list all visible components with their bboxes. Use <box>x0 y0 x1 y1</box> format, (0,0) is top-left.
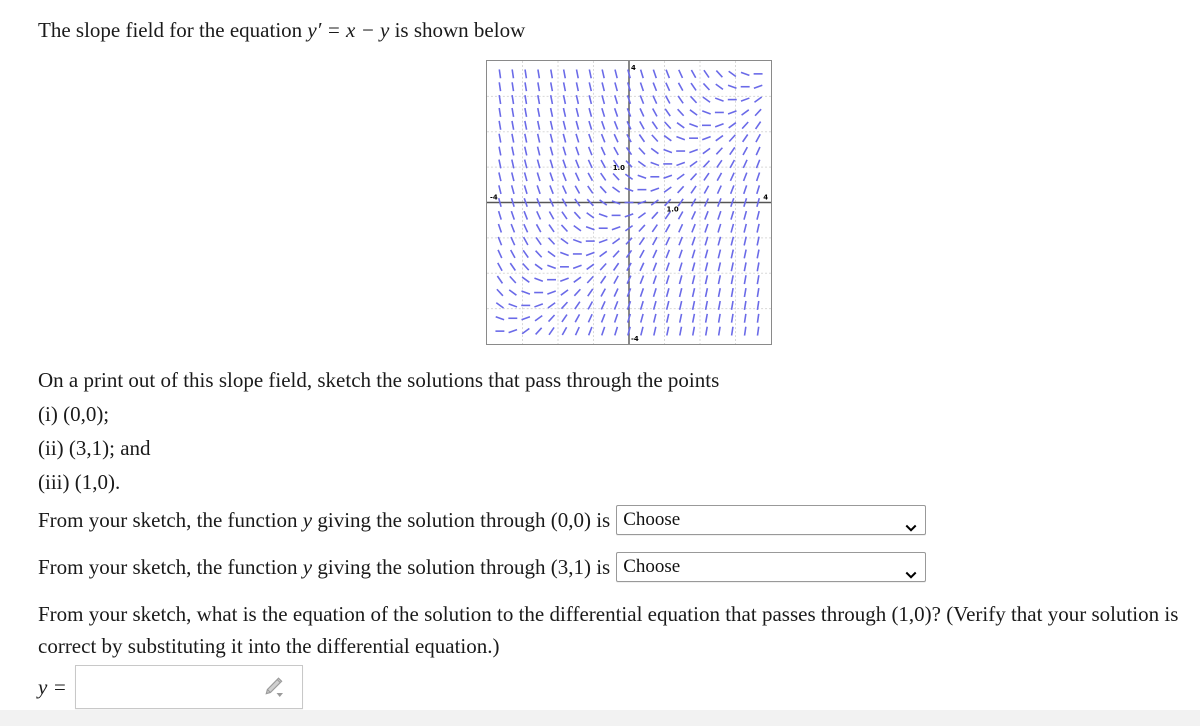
answer-label: y = <box>38 674 67 699</box>
question-31-text-before: From your sketch, the function <box>38 555 303 579</box>
question-00-text: From your sketch, the function y giving … <box>38 505 610 535</box>
question-row-00: From your sketch, the function y giving … <box>38 505 927 535</box>
title-text-after: is shown below <box>389 18 526 42</box>
svg-text:4: 4 <box>763 194 768 202</box>
select-00-value: Choose <box>623 509 681 530</box>
svg-text:4: 4 <box>631 64 636 72</box>
title-text-before: The slope field for the equation <box>38 18 308 42</box>
page-title: The slope field for the equation y′ = x … <box>38 16 525 44</box>
question-00-text-before: From your sketch, the function <box>38 508 303 532</box>
question-31-variable: y <box>302 555 313 579</box>
svg-text:-4: -4 <box>631 335 639 343</box>
chevron-down-icon <box>905 514 917 532</box>
page-bottom-strip <box>0 710 1200 726</box>
question-row-31: From your sketch, the function y giving … <box>38 552 927 582</box>
answer-input[interactable] <box>74 665 303 709</box>
select-solution-through-3-1[interactable]: Choose <box>616 552 927 582</box>
question-31-text-after: giving the solution through (3,1) is <box>312 555 611 579</box>
answer-row: y = <box>38 665 303 709</box>
sketch-item-ii: (ii) (3,1); and <box>38 436 151 460</box>
question-31-text: From your sketch, the function y giving … <box>38 552 610 582</box>
svg-text:-4: -4 <box>490 194 498 202</box>
svg-text:1.0: 1.0 <box>666 205 678 213</box>
question-00-variable: y <box>302 508 313 532</box>
question-00-text-after: giving the solution through (0,0) is <box>312 508 611 532</box>
sketch-lead: On a print out of this slope field, sket… <box>38 368 720 392</box>
sketch-item-iii: (iii) (1,0). <box>38 470 121 494</box>
title-equation-rest: = x − y <box>321 18 390 42</box>
question-page: The slope field for the equation y′ = x … <box>0 0 1200 710</box>
select-solution-through-0-0[interactable]: Choose <box>616 505 927 535</box>
chevron-down-icon <box>905 561 917 579</box>
slope-field-svg: -4 4 4 -4 1.0 1.0 <box>487 61 771 344</box>
select-31-value: Choose <box>623 556 681 577</box>
pencil-icon[interactable] <box>262 676 288 698</box>
sketch-item-i: (i) (0,0); <box>38 402 110 426</box>
svg-text:1.0: 1.0 <box>613 164 625 172</box>
final-question-text: From your sketch, what is the equation o… <box>38 602 1179 658</box>
slope-field-plot: -4 4 4 -4 1.0 1.0 <box>486 60 772 345</box>
title-equation-y: y <box>307 18 317 42</box>
sketch-instructions: On a print out of this slope field, sket… <box>38 363 719 499</box>
